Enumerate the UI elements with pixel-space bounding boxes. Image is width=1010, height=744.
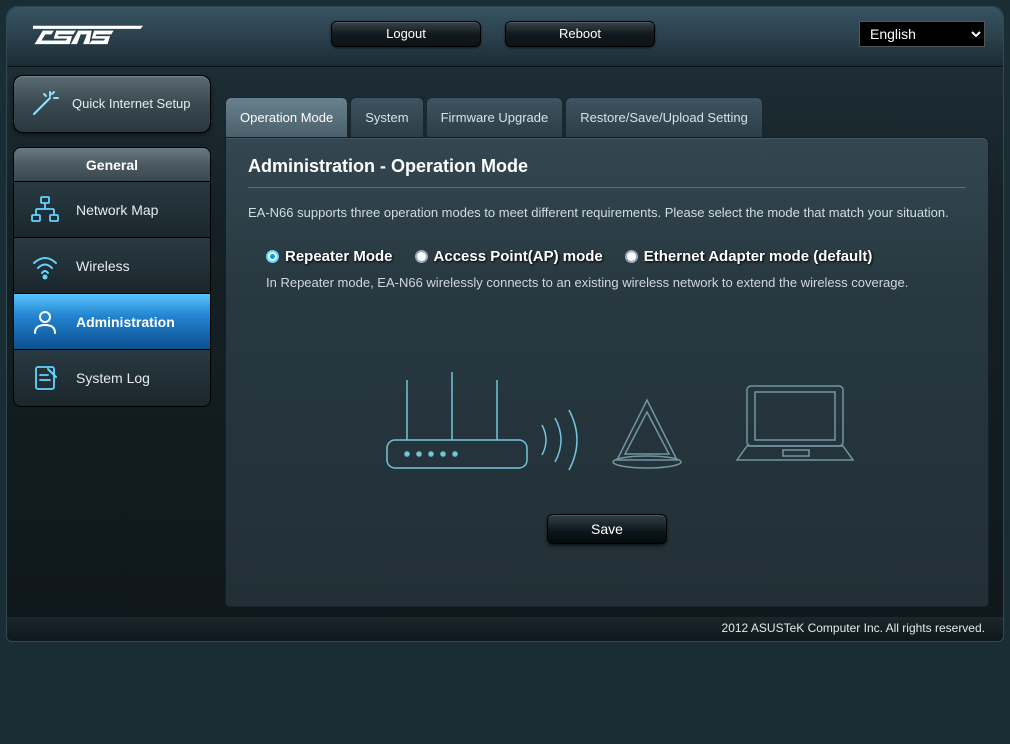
mode-label: Ethernet Adapter mode (default) <box>644 248 873 265</box>
reboot-button[interactable]: Reboot <box>505 21 655 47</box>
content-area: Operation Mode System Firmware Upgrade R… <box>217 67 1003 617</box>
mode-illustration-icon <box>248 330 966 490</box>
tab-bar: Operation Mode System Firmware Upgrade R… <box>225 97 989 137</box>
administration-icon <box>30 307 60 337</box>
mode-label: Access Point(AP) mode <box>434 248 603 265</box>
content-panel: Administration - Operation Mode EA-N66 s… <box>225 137 989 607</box>
sidebar: Quick Internet Setup General <box>7 67 217 413</box>
radio-icon <box>415 250 428 263</box>
wand-icon <box>28 88 60 120</box>
logout-button[interactable]: Logout <box>331 21 481 47</box>
network-map-icon <box>30 195 60 225</box>
panel-description: EA-N66 supports three operation modes to… <box>248 204 966 222</box>
sidebar-item-label: System Log <box>76 370 150 386</box>
wireless-icon <box>30 251 60 281</box>
sidebar-item-label: Administration <box>76 314 175 330</box>
panel-title: Administration - Operation Mode <box>248 156 966 188</box>
tab-firmware-upgrade[interactable]: Firmware Upgrade <box>426 97 564 137</box>
sidebar-item-system-log[interactable]: System Log <box>14 350 210 406</box>
mode-option-access-point[interactable]: Access Point(AP) mode <box>415 248 603 265</box>
mode-description: In Repeater mode, EA-N66 wirelessly conn… <box>266 275 966 290</box>
tab-operation-mode[interactable]: Operation Mode <box>225 97 348 137</box>
sidebar-item-label: Network Map <box>76 202 158 218</box>
tab-system[interactable]: System <box>350 97 423 137</box>
sidebar-item-label: Wireless <box>76 258 130 274</box>
sidebar-item-wireless[interactable]: Wireless <box>14 238 210 294</box>
footer-copyright: 2012 ASUSTeK Computer Inc. All rights re… <box>7 617 1003 641</box>
radio-icon <box>625 250 638 263</box>
quick-internet-setup-button[interactable]: Quick Internet Setup <box>13 75 211 133</box>
app-window: Logout Reboot English <box>6 6 1004 642</box>
sidebar-item-network-map[interactable]: Network Map <box>14 182 210 238</box>
mode-option-repeater[interactable]: Repeater Mode <box>266 248 393 265</box>
save-button[interactable]: Save <box>547 514 667 544</box>
mode-radio-group: Repeater Mode Access Point(AP) mode Ethe… <box>266 248 966 265</box>
sidebar-menu: General <box>13 147 211 407</box>
sidebar-item-administration[interactable]: Administration <box>14 294 210 350</box>
header-bar: Logout Reboot English <box>7 7 1003 67</box>
mode-label: Repeater Mode <box>285 248 393 265</box>
asus-logo-icon <box>33 23 143 53</box>
mode-option-ethernet-adapter[interactable]: Ethernet Adapter mode (default) <box>625 248 873 265</box>
quick-internet-setup-label: Quick Internet Setup <box>72 96 191 112</box>
radio-icon <box>266 250 279 263</box>
tab-restore-save-upload[interactable]: Restore/Save/Upload Setting <box>565 97 763 137</box>
language-select[interactable]: English <box>859 21 985 47</box>
sidebar-menu-header: General <box>14 148 210 182</box>
system-log-icon <box>30 363 60 393</box>
